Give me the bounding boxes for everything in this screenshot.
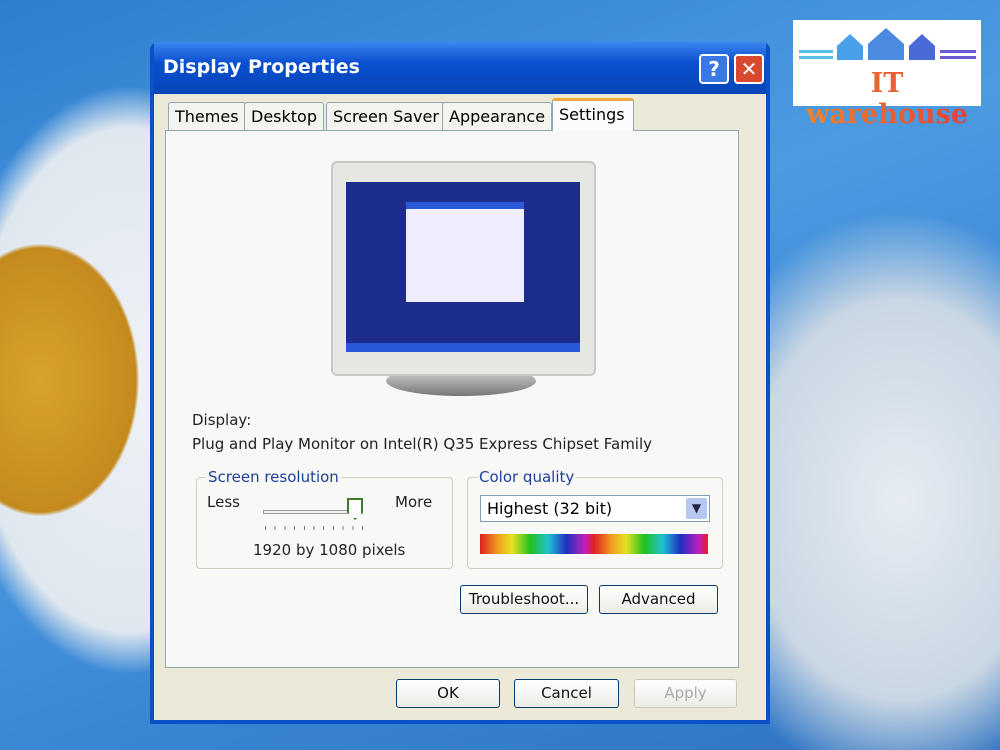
screen-resolution-group: Screen resolution Less More 1920 by 1080… [196, 468, 453, 569]
title-bar[interactable]: Display Properties ? ✕ [154, 42, 766, 94]
logo-text: IT warehouse [793, 68, 981, 130]
cancel-button[interactable]: Cancel [514, 679, 619, 708]
tab-desktop[interactable]: Desktop [244, 102, 324, 130]
advanced-button[interactable]: Advanced [599, 585, 718, 614]
color-quality-select[interactable]: Highest (32 bit) ▼ [480, 495, 710, 522]
troubleshoot-button[interactable]: Troubleshoot... [460, 585, 588, 614]
monitor-preview-image [331, 161, 596, 401]
screen-resolution-legend: Screen resolution [206, 468, 341, 486]
display-label: Display: [192, 411, 252, 429]
slider-ticks [265, 526, 363, 530]
tab-themes[interactable]: Themes [168, 102, 246, 130]
color-quality-legend: Color quality [477, 468, 577, 486]
settings-panel: Display: Plug and Play Monitor on Intel(… [165, 130, 739, 668]
tab-appearance[interactable]: Appearance [442, 102, 553, 130]
tab-screen-saver[interactable]: Screen Saver [326, 102, 446, 130]
color-spectrum-bar [480, 534, 708, 554]
display-value: Plug and Play Monitor on Intel(R) Q35 Ex… [192, 435, 653, 453]
resolution-value: 1920 by 1080 pixels [253, 541, 406, 559]
display-properties-dialog: Display Properties ? ✕ Themes Desktop Sc… [150, 42, 770, 724]
more-label: More [395, 493, 433, 511]
help-button[interactable]: ? [699, 54, 729, 84]
dialog-title: Display Properties [163, 56, 360, 78]
tab-settings[interactable]: Settings [552, 98, 634, 131]
ok-button[interactable]: OK [396, 679, 500, 708]
close-button[interactable]: ✕ [734, 54, 764, 84]
color-quality-group: Color quality Highest (32 bit) ▼ [467, 468, 723, 569]
apply-button[interactable]: Apply [634, 679, 737, 708]
warehouse-houses-icon [799, 28, 976, 60]
chevron-down-icon[interactable]: ▼ [686, 498, 707, 519]
resolution-slider-thumb[interactable] [347, 498, 363, 520]
less-label: Less [207, 493, 240, 511]
color-quality-value: Highest (32 bit) [487, 499, 613, 518]
it-warehouse-logo: IT warehouse [793, 20, 981, 130]
